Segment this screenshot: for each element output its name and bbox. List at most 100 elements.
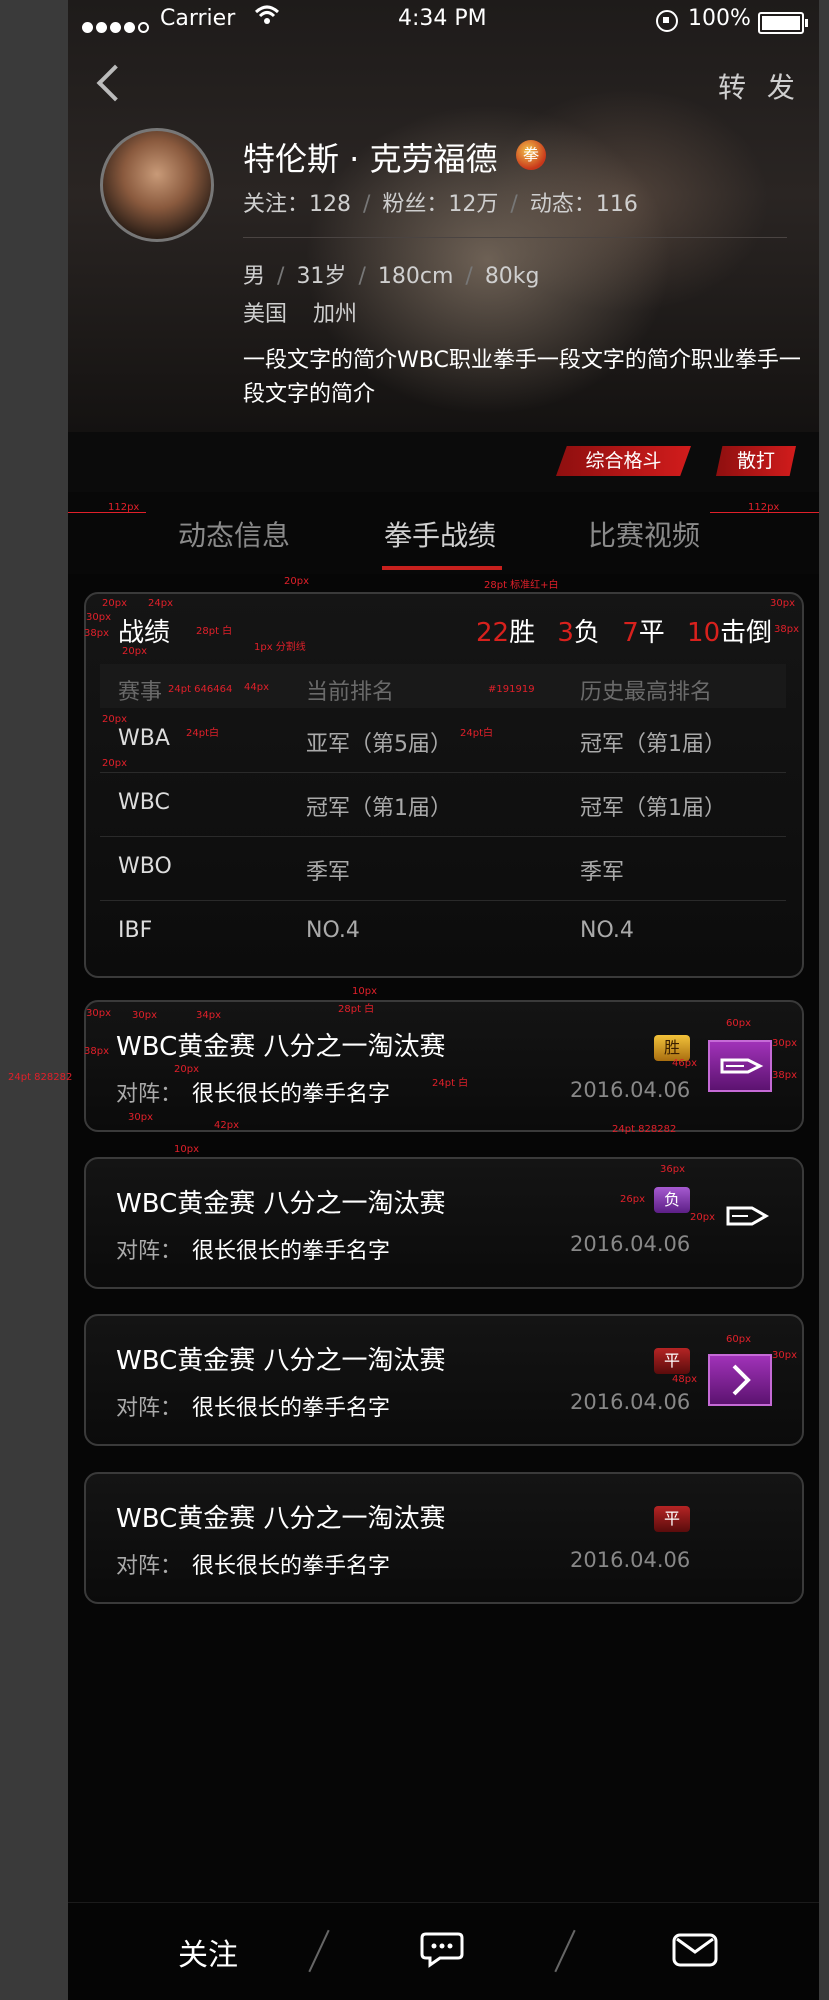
- spec-label: 10px: [174, 1144, 199, 1155]
- chat-bubble-icon[interactable]: [420, 1930, 464, 1972]
- spec-label: 20px: [284, 576, 309, 587]
- table-cell: 冠军（第1届）: [306, 796, 452, 821]
- spec-label: 30px: [772, 1350, 797, 1361]
- match-card[interactable]: [84, 1472, 804, 1604]
- spec-label: 20px: [102, 598, 127, 609]
- table-cell: 亚军（第5届）: [306, 732, 452, 757]
- country: 美国: [243, 302, 288, 327]
- clock: 4:34 PM: [398, 6, 487, 31]
- draw-badge: 平: [654, 1506, 690, 1532]
- follow-count[interactable]: 关注：128: [243, 192, 351, 217]
- opponent-label: 对阵：: [116, 1082, 183, 1107]
- record-summary: 22胜 3负 7平 10击倒: [476, 612, 772, 649]
- match-opponent: 对阵： 很长很长的拳手名字: [116, 1390, 390, 1422]
- table-cell: 冠军（第1届）: [580, 732, 726, 757]
- match-opponent: 对阵： 很长很长的拳手名字: [116, 1233, 390, 1265]
- tab-record[interactable]: 拳手战绩: [384, 514, 496, 554]
- match-date: 2016.04.06: [570, 1078, 691, 1102]
- spec-label: 36px: [660, 1164, 685, 1175]
- feed-count[interactable]: 动态：116: [530, 192, 638, 217]
- chevron-right-icon: [732, 1364, 751, 1396]
- wifi-icon: [254, 4, 280, 32]
- match-card[interactable]: [84, 1157, 804, 1289]
- spec-label: 1px 分割线: [254, 642, 306, 653]
- spec-label: 30px: [86, 612, 111, 623]
- tab-videos[interactable]: 比赛视频: [588, 514, 700, 554]
- opponent-name: 很长很长的拳手名字: [192, 1082, 391, 1107]
- col-event: 赛事: [118, 680, 163, 705]
- body-info: 男/31岁/180cm/80kg: [243, 264, 540, 289]
- signal-dots-icon: [82, 14, 152, 39]
- fans-count[interactable]: 粉丝：12万: [382, 192, 498, 217]
- draws-count: 7: [622, 618, 639, 648]
- record-card: [84, 592, 804, 978]
- match-date: 2016.04.06: [570, 1390, 691, 1414]
- match-date: 2016.04.06: [570, 1232, 691, 1256]
- opponent-label: 对阵：: [116, 1554, 183, 1579]
- pointing-hand-icon: [720, 1058, 764, 1074]
- table-cell: NO.4: [306, 918, 360, 943]
- spec-label: 30px: [772, 1038, 797, 1049]
- match-title: WBC黄金赛 八分之一淘汰赛: [116, 1346, 446, 1376]
- spec-label: 20px: [122, 646, 147, 657]
- spec-label: 112px: [748, 502, 780, 513]
- spec-label: 20px: [102, 758, 127, 769]
- tag-mma[interactable]: 综合格斗: [556, 446, 691, 476]
- spec-label: 24pt 白: [432, 1078, 469, 1089]
- share-button[interactable]: 转 发: [718, 66, 801, 106]
- rotation-lock-icon: [656, 10, 678, 32]
- match-date: 2016.04.06: [570, 1548, 691, 1572]
- tab-feed[interactable]: 动态信息: [178, 514, 290, 554]
- table-cell: 冠军（第1届）: [580, 796, 726, 821]
- spec-label: 38px: [774, 624, 799, 635]
- spec-label: 44px: [244, 682, 269, 693]
- spec-label: 24pt 828282: [8, 1072, 73, 1083]
- bio: 一段文字的简介WBC职业拳手一段文字的简介职业拳手一段文字的简介: [243, 348, 801, 407]
- play-video-button[interactable]: [708, 1354, 772, 1406]
- opponent-name: 很长很长的拳手名字: [192, 1239, 391, 1264]
- spec-label: 28pt 白: [338, 1004, 375, 1015]
- match-opponent: 对阵： 很长很长的拳手名字: [116, 1548, 390, 1580]
- lose-badge: 负: [654, 1187, 690, 1213]
- row-divider: [100, 836, 786, 837]
- status-bar: Carrier 4:34 PM 100%: [68, 0, 819, 40]
- spec-label: 24px: [148, 598, 173, 609]
- spec-label: 24pt 646464: [168, 684, 233, 695]
- tag-sanda[interactable]: 散打: [716, 446, 796, 476]
- location: 美国 加州: [243, 296, 357, 328]
- fighter-name: 特伦斯 · 克劳福德: [243, 140, 498, 178]
- opponent-label: 对阵：: [116, 1396, 183, 1421]
- divider: [243, 237, 787, 238]
- spec-label: 24pt白: [186, 728, 219, 739]
- table-cell: 季军: [306, 860, 351, 885]
- tag-strip: [68, 432, 819, 492]
- spec-label: 10px: [352, 986, 377, 997]
- spec-label: 30px: [132, 1010, 157, 1021]
- follow-button[interactable]: 关注: [178, 1930, 238, 1974]
- age: 31岁: [296, 264, 347, 289]
- spec-label: 30px: [86, 1008, 111, 1019]
- spec-label: 28pt 标准红+白: [484, 580, 559, 591]
- boxing-badge-icon: 拳: [516, 140, 546, 170]
- spec-label: 38px: [84, 1046, 109, 1057]
- opponent-label: 对阵：: [116, 1239, 183, 1264]
- wins-count: 22: [476, 618, 510, 648]
- spec-label: 46px: [672, 1058, 697, 1069]
- spec-label: #191919: [488, 684, 535, 695]
- carrier-label: Carrier: [160, 6, 236, 31]
- avatar[interactable]: [100, 128, 214, 242]
- table-cell: WBA: [118, 726, 170, 751]
- match-title: WBC黄金赛 八分之一淘汰赛: [116, 1189, 446, 1219]
- region: 加州: [313, 302, 358, 327]
- mail-icon[interactable]: [672, 1932, 718, 1972]
- spec-label: 38px: [772, 1070, 797, 1081]
- spec-label: 112px: [108, 502, 140, 513]
- battery-percent: 100%: [688, 6, 751, 31]
- row-divider: [100, 900, 786, 901]
- spec-label: 30px: [128, 1112, 153, 1123]
- draws-label: 平: [638, 618, 665, 648]
- spec-label: 20px: [174, 1064, 199, 1075]
- play-video-button[interactable]: [708, 1040, 772, 1092]
- spec-label: 38px: [84, 628, 109, 639]
- pointing-hand-icon[interactable]: [722, 1196, 772, 1240]
